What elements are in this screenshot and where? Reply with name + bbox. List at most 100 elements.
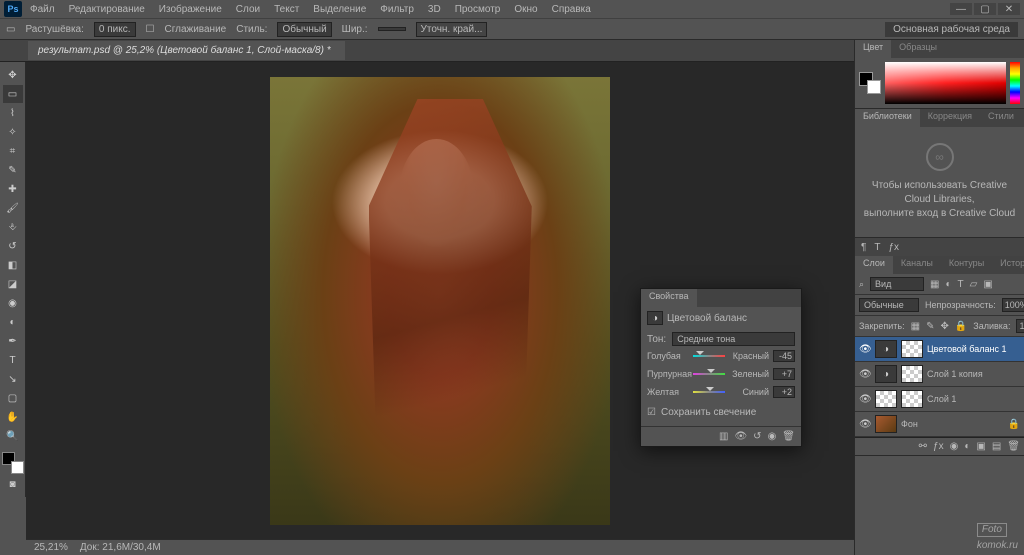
filter-type-icon[interactable]: T bbox=[958, 279, 964, 290]
maximize-icon[interactable]: ▢ bbox=[974, 3, 996, 15]
slider-value[interactable]: +2 bbox=[773, 386, 795, 398]
clip-to-layer-icon[interactable]: ▥ bbox=[719, 431, 728, 442]
opacity-input[interactable]: 100% bbox=[1002, 298, 1024, 312]
hand-tool-icon[interactable]: ✋ bbox=[3, 408, 23, 426]
new-group-icon[interactable]: ▣ bbox=[976, 441, 985, 452]
toggle-visibility-icon[interactable]: ◉ bbox=[768, 431, 777, 442]
menu-select[interactable]: Выделение bbox=[307, 2, 372, 17]
layer-fx-icon[interactable]: ƒx bbox=[933, 441, 944, 452]
yellow-blue-slider[interactable]: Желтая Синий +2 bbox=[641, 385, 801, 403]
fx-icon[interactable]: ƒx bbox=[888, 242, 899, 253]
move-tool-icon[interactable]: ✥ bbox=[3, 66, 23, 84]
menu-help[interactable]: Справка bbox=[546, 2, 597, 17]
menu-edit[interactable]: Редактирование bbox=[63, 2, 151, 17]
quick-mask-icon[interactable]: ◙ bbox=[3, 475, 23, 493]
blur-tool-icon[interactable]: ◉ bbox=[3, 294, 23, 312]
marquee-tool-icon[interactable]: ▭ bbox=[6, 24, 15, 35]
slider-value[interactable]: +7 bbox=[773, 368, 795, 380]
tone-select[interactable]: Средние тона bbox=[672, 332, 795, 346]
color-spectrum[interactable] bbox=[885, 62, 1006, 104]
lasso-tool-icon[interactable]: ⌇ bbox=[3, 104, 23, 122]
menu-image[interactable]: Изображение bbox=[153, 2, 228, 17]
tab-history[interactable]: История bbox=[992, 256, 1024, 274]
tab-styles[interactable]: Стили bbox=[980, 109, 1022, 127]
magic-wand-tool-icon[interactable]: ✧ bbox=[3, 123, 23, 141]
healing-tool-icon[interactable]: ✚ bbox=[3, 180, 23, 198]
shape-tool-icon[interactable]: ▢ bbox=[3, 389, 23, 407]
tab-libraries[interactable]: Библиотеки bbox=[855, 109, 920, 127]
link-layers-icon[interactable]: ⚯ bbox=[919, 441, 927, 452]
new-layer-icon[interactable]: ▤ bbox=[992, 441, 1001, 452]
lock-position-icon[interactable]: ✥ bbox=[940, 321, 948, 332]
view-previous-icon[interactable]: 👁 bbox=[734, 431, 747, 442]
dodge-tool-icon[interactable]: ◐ bbox=[3, 313, 23, 331]
reset-icon[interactable]: ↺ bbox=[753, 431, 761, 442]
visibility-icon[interactable]: 👁 bbox=[859, 394, 871, 405]
style-select[interactable]: Обычный bbox=[277, 22, 331, 37]
close-icon[interactable]: ✕ bbox=[998, 3, 1020, 15]
marquee-tool-icon[interactable]: ▭ bbox=[3, 85, 23, 103]
tab-swatches[interactable]: Образцы bbox=[891, 40, 945, 58]
tab-paths[interactable]: Контуры bbox=[941, 256, 992, 274]
panel-color-swatches[interactable] bbox=[859, 72, 881, 94]
stamp-tool-icon[interactable]: ⎀ bbox=[3, 218, 23, 236]
preserve-luminosity-checkbox[interactable]: ☑ bbox=[647, 407, 656, 418]
type-tool-icon[interactable]: T bbox=[3, 351, 23, 369]
blend-mode-select[interactable]: Обычные bbox=[859, 298, 919, 312]
filter-pixel-icon[interactable]: ▦ bbox=[930, 279, 939, 290]
zoom-tool-icon[interactable]: 🔍 bbox=[3, 427, 23, 445]
layer-row[interactable]: 👁 ◑ Слой 1 копия bbox=[855, 362, 1024, 387]
menu-type[interactable]: Текст bbox=[268, 2, 305, 17]
visibility-icon[interactable]: 👁 bbox=[859, 344, 871, 355]
menu-filter[interactable]: Фильтр bbox=[374, 2, 420, 17]
visibility-icon[interactable]: 👁 bbox=[859, 419, 871, 430]
lock-brush-icon[interactable]: ✎ bbox=[926, 321, 934, 332]
cyan-red-slider[interactable]: Голубая Красный -45 bbox=[641, 349, 801, 367]
menu-window[interactable]: Окно bbox=[508, 2, 543, 17]
color-swatches[interactable] bbox=[2, 452, 24, 474]
layer-filter-kind[interactable]: Вид bbox=[870, 277, 924, 291]
refine-edge-button[interactable]: Уточн. край... bbox=[416, 22, 488, 37]
eyedropper-tool-icon[interactable]: ✎ bbox=[3, 161, 23, 179]
history-brush-tool-icon[interactable]: ↺ bbox=[3, 237, 23, 255]
layer-name[interactable]: Слой 1 bbox=[927, 394, 1020, 404]
tab-color[interactable]: Цвет bbox=[855, 40, 891, 58]
delete-adjustment-icon[interactable]: 🗑 bbox=[782, 431, 795, 442]
width-input[interactable] bbox=[378, 27, 406, 31]
paragraph-icon[interactable]: ¶ bbox=[861, 242, 866, 253]
layer-name[interactable]: Фон bbox=[901, 419, 1004, 429]
layer-row[interactable]: 👁 Слой 1 bbox=[855, 387, 1024, 412]
antialias-checkbox[interactable]: Сглаживание bbox=[164, 24, 226, 35]
new-adjustment-icon[interactable]: ◐ bbox=[964, 441, 970, 452]
menu-3d[interactable]: 3D bbox=[422, 2, 447, 17]
tab-properties[interactable]: Свойства bbox=[641, 289, 697, 307]
layer-name[interactable]: Слой 1 копия bbox=[927, 369, 1020, 379]
path-tool-icon[interactable]: ↘ bbox=[3, 370, 23, 388]
fill-input[interactable]: 100% bbox=[1016, 319, 1024, 333]
document-tab[interactable]: результат.psd @ 25,2% (Цветовой баланс 1… bbox=[28, 41, 345, 60]
workspace-switcher[interactable]: Основная рабочая среда bbox=[885, 22, 1018, 37]
add-mask-icon[interactable]: ◉ bbox=[950, 441, 959, 452]
feather-input[interactable]: 0 пикс. bbox=[94, 22, 136, 37]
layer-name[interactable]: Цветовой баланс 1 bbox=[927, 344, 1020, 354]
gradient-tool-icon[interactable]: ◪ bbox=[3, 275, 23, 293]
crop-tool-icon[interactable]: ⌗ bbox=[3, 142, 23, 160]
filter-shape-icon[interactable]: ▱ bbox=[970, 279, 978, 290]
character-icon[interactable]: T bbox=[874, 242, 880, 253]
filter-smart-icon[interactable]: ▣ bbox=[983, 279, 992, 290]
visibility-icon[interactable]: 👁 bbox=[859, 369, 871, 380]
layer-row[interactable]: 👁 ◑ Цветовой баланс 1 bbox=[855, 337, 1024, 362]
delete-layer-icon[interactable]: 🗑 bbox=[1007, 441, 1020, 452]
tab-layers[interactable]: Слои bbox=[855, 256, 893, 274]
layer-row[interactable]: 👁 Фон 🔒 bbox=[855, 412, 1024, 437]
menu-layer[interactable]: Слои bbox=[230, 2, 266, 17]
menu-view[interactable]: Просмотр bbox=[449, 2, 507, 17]
tab-adjustments[interactable]: Коррекция bbox=[920, 109, 980, 127]
hue-bar[interactable] bbox=[1010, 62, 1020, 104]
lock-all-icon[interactable]: 🔒 bbox=[955, 321, 967, 332]
pen-tool-icon[interactable]: ✒ bbox=[3, 332, 23, 350]
eraser-tool-icon[interactable]: ◧ bbox=[3, 256, 23, 274]
doc-info[interactable]: Док: 21,6М/30,4М bbox=[80, 542, 161, 553]
slider-value[interactable]: -45 bbox=[773, 350, 795, 362]
menu-file[interactable]: Файл bbox=[24, 2, 61, 17]
